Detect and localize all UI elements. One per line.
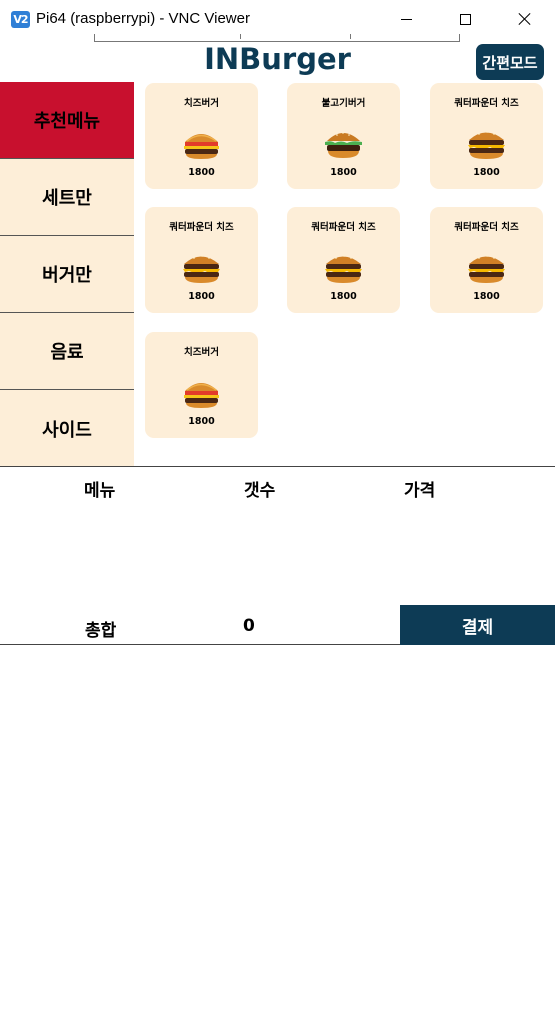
- menu-item-card[interactable]: 쿼터파운더 치즈 1800: [430, 207, 543, 313]
- menu-item-card[interactable]: 쿼터파운더 치즈 1800: [430, 83, 543, 189]
- menu-item-card[interactable]: 치즈버거 1800: [145, 332, 258, 438]
- window-titlebar: V2 Pi64 (raspberrypi) - VNC Viewer: [0, 0, 555, 38]
- menu-item-name: 쿼터파운더 치즈: [169, 222, 234, 233]
- order-col-count: 갯수: [244, 481, 276, 501]
- order-col-menu: 메뉴: [84, 481, 116, 501]
- minimize-button[interactable]: [377, 0, 436, 38]
- menu-item-price: 1800: [330, 167, 357, 178]
- close-button[interactable]: [495, 0, 554, 38]
- menu-item-card[interactable]: 쿼터파운더 치즈 1800: [287, 207, 400, 313]
- total-label: 총합: [85, 621, 117, 641]
- menu-item-card[interactable]: 쿼터파운더 치즈 1800: [145, 207, 258, 313]
- quarter-pounder-icon: [325, 255, 362, 283]
- menu-item-name: 쿼터파운더 치즈: [311, 222, 376, 233]
- menu-item-name: 불고기버거: [321, 98, 366, 109]
- menu-item-price: 1800: [188, 167, 215, 178]
- vnc-app-icon: V2: [11, 11, 30, 28]
- simple-mode-button[interactable]: 간편모드: [476, 44, 544, 80]
- category-drink[interactable]: 음료: [0, 313, 134, 390]
- quarter-pounder-icon: [468, 255, 505, 283]
- pay-button[interactable]: 결제: [400, 605, 555, 645]
- brand-title: INBurger: [204, 42, 351, 76]
- quarter-pounder-icon: [183, 255, 220, 283]
- menu-item-card[interactable]: 불고기버거 1800: [287, 83, 400, 189]
- category-set[interactable]: 세트만: [0, 159, 134, 236]
- total-count: 0: [243, 616, 255, 636]
- bulgogi-burger-icon: [325, 132, 362, 158]
- vnc-toolbar-handle[interactable]: [94, 34, 460, 42]
- minimize-icon: [401, 18, 412, 20]
- menu-item-price: 1800: [330, 291, 357, 302]
- close-icon: [518, 12, 532, 26]
- category-recommended[interactable]: 추천메뉴: [0, 82, 134, 159]
- toolbar-divider: [350, 34, 351, 39]
- menu-item-name: 치즈버거: [184, 347, 219, 358]
- window-title: Pi64 (raspberrypi) - VNC Viewer: [36, 10, 250, 27]
- category-side[interactable]: 사이드: [0, 390, 134, 467]
- menu-item-card[interactable]: 치즈버거 1800: [145, 83, 258, 189]
- cheeseburger-icon: [184, 134, 219, 159]
- quarter-pounder-icon: [468, 131, 505, 159]
- category-sidebar: 추천메뉴 세트만 버거만 음료 사이드: [0, 82, 134, 467]
- order-col-price: 가격: [404, 481, 436, 501]
- menu-item-name: 쿼터파운더 치즈: [454, 222, 519, 233]
- menu-item-price: 1800: [188, 416, 215, 427]
- maximize-icon: [460, 13, 471, 25]
- cheeseburger-icon: [184, 383, 219, 408]
- category-burger[interactable]: 버거만: [0, 236, 134, 313]
- maximize-button[interactable]: [436, 0, 495, 38]
- order-summary: 메뉴 갯수 가격 총합 0 결제: [0, 466, 555, 645]
- toolbar-divider: [240, 34, 241, 39]
- menu-item-price: 1800: [473, 291, 500, 302]
- menu-item-price: 1800: [473, 167, 500, 178]
- menu-item-price: 1800: [188, 291, 215, 302]
- menu-item-name: 치즈버거: [184, 98, 219, 109]
- menu-item-name: 쿼터파운더 치즈: [454, 98, 519, 109]
